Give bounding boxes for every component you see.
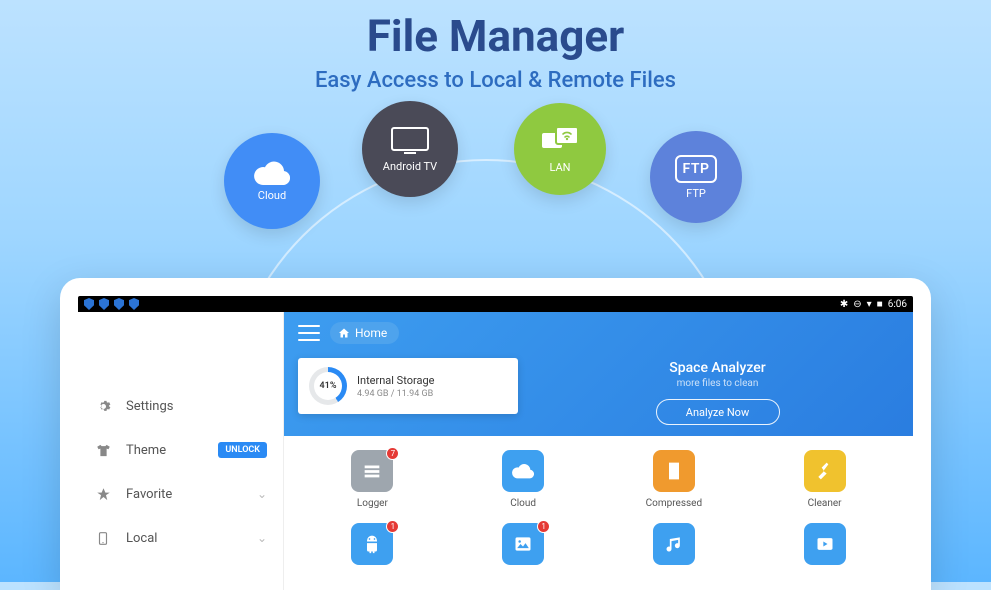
tile-cleaner[interactable]: Cleaner xyxy=(754,450,895,509)
shield-icon xyxy=(114,298,124,310)
breadcrumb-label: Home xyxy=(355,326,387,340)
tile-music[interactable] xyxy=(604,523,745,571)
feature-badge-label: Cloud xyxy=(258,189,286,202)
bluetooth-icon: ✱ xyxy=(840,299,848,310)
tile-video[interactable] xyxy=(754,523,895,571)
feature-badge-cloud[interactable]: Cloud xyxy=(224,133,320,229)
star-icon xyxy=(94,487,112,502)
tablet-frame: ✱ ⊖ ▾ ■ 6:06 Settings Theme UNLOCK xyxy=(60,278,931,590)
feature-badge-lan[interactable]: LAN xyxy=(514,103,606,195)
feature-badge-label: FTP xyxy=(686,187,706,200)
tile-cloud[interactable]: Cloud xyxy=(453,450,594,509)
tile-images[interactable]: 1 xyxy=(453,523,594,571)
storage-ring-icon: 41% xyxy=(309,367,347,405)
menu-button[interactable] xyxy=(298,325,320,341)
feature-badge-row: Cloud Android TV LAN FTP FTP xyxy=(0,101,991,251)
sidebar-item-favorite[interactable]: Favorite ⌄ xyxy=(78,472,283,516)
count-badge: 1 xyxy=(537,520,550,533)
breadcrumb-home[interactable]: Home xyxy=(330,322,399,344)
tile-compressed[interactable]: Compressed xyxy=(604,450,745,509)
analyzer-subtitle: more files to clean xyxy=(536,378,899,389)
android-status-bar: ✱ ⊖ ▾ ■ 6:06 xyxy=(78,296,913,312)
phone-icon xyxy=(94,531,112,546)
sidebar-item-local[interactable]: Local ⌄ xyxy=(78,516,283,560)
hero-subtitle: Easy Access to Local & Remote Files xyxy=(0,68,991,93)
chevron-down-icon: ⌄ xyxy=(257,487,267,501)
shield-icon xyxy=(129,298,139,310)
tile-label: Cleaner xyxy=(808,498,842,509)
sidebar: Settings Theme UNLOCK Favorite ⌄ Local ⌄ xyxy=(78,312,284,590)
tablet-screen: ✱ ⊖ ▾ ■ 6:06 Settings Theme UNLOCK xyxy=(78,296,913,590)
zip-icon xyxy=(653,450,695,492)
home-icon xyxy=(338,327,350,339)
sidebar-item-label: Theme xyxy=(126,443,166,458)
dnd-icon: ⊖ xyxy=(853,299,861,310)
category-grid: 7 Logger Cloud Compressed Cleaner xyxy=(284,436,913,571)
sidebar-item-label: Local xyxy=(126,531,157,546)
count-badge: 1 xyxy=(386,520,399,533)
feature-badge-android-tv[interactable]: Android TV xyxy=(362,101,458,197)
unlock-badge[interactable]: UNLOCK xyxy=(218,442,267,458)
storage-card[interactable]: 41% Internal Storage 4.94 GB / 11.94 GB xyxy=(298,358,518,414)
cloud-icon xyxy=(254,161,290,185)
feature-badge-label: LAN xyxy=(549,161,570,174)
shield-icon xyxy=(84,298,94,310)
tile-label: Logger xyxy=(357,498,388,509)
wifi-icon: ▾ xyxy=(867,299,872,310)
shirt-icon xyxy=(94,443,112,458)
lan-icon xyxy=(540,125,580,157)
app-header: Home 41% Internal Storage 4.94 GB / 11.9… xyxy=(284,312,913,436)
hero-title: File Manager xyxy=(0,10,991,62)
status-time: 6:06 xyxy=(888,299,907,310)
cloud-icon xyxy=(502,450,544,492)
chevron-down-icon: ⌄ xyxy=(257,531,267,545)
video-icon xyxy=(804,523,846,565)
feature-badge-ftp[interactable]: FTP FTP xyxy=(650,131,742,223)
battery-icon: ■ xyxy=(877,299,883,310)
analyzer-title: Space Analyzer xyxy=(536,360,899,376)
tv-icon xyxy=(390,126,430,156)
sidebar-item-theme[interactable]: Theme UNLOCK xyxy=(78,428,283,472)
gear-icon xyxy=(94,399,112,414)
space-analyzer: Space Analyzer more files to clean Analy… xyxy=(536,358,899,425)
analyze-now-button[interactable]: Analyze Now xyxy=(656,399,780,425)
broom-icon xyxy=(804,450,846,492)
tile-logger[interactable]: 7 Logger xyxy=(302,450,443,509)
tile-apps[interactable]: 1 xyxy=(302,523,443,571)
storage-title: Internal Storage xyxy=(357,374,435,387)
music-icon xyxy=(653,523,695,565)
sidebar-item-label: Settings xyxy=(126,399,173,414)
ftp-icon: FTP xyxy=(675,155,718,183)
storage-detail: 4.94 GB / 11.94 GB xyxy=(357,389,435,399)
storage-percent: 41% xyxy=(314,372,342,400)
feature-badge-label: Android TV xyxy=(383,160,437,173)
shield-icon xyxy=(99,298,109,310)
tile-label: Compressed xyxy=(646,498,702,509)
sidebar-item-label: Favorite xyxy=(126,487,172,502)
sidebar-item-settings[interactable]: Settings xyxy=(78,384,283,428)
tile-label: Cloud xyxy=(510,498,536,509)
count-badge: 7 xyxy=(386,447,399,460)
